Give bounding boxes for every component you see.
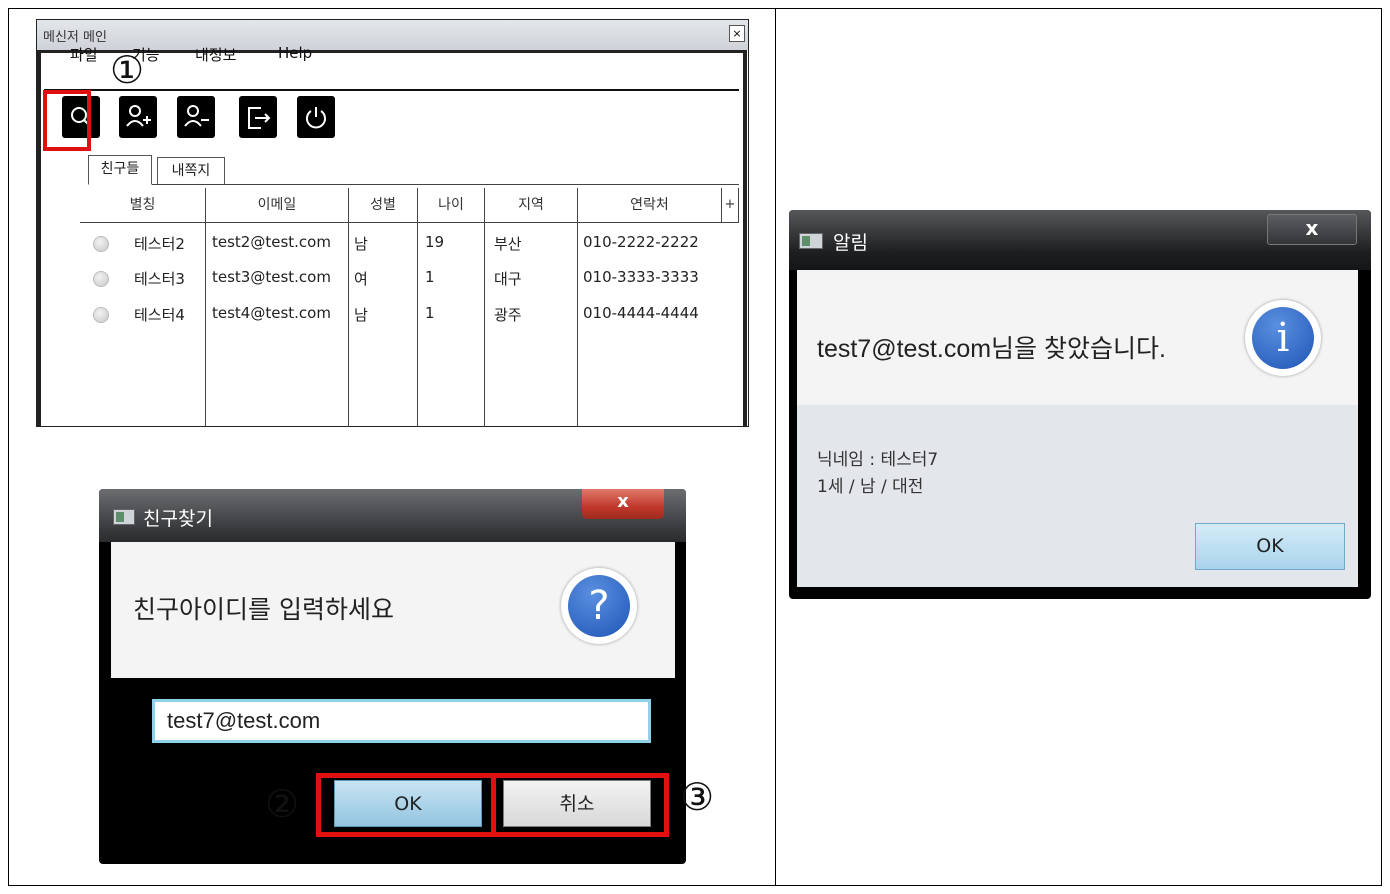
tab-friends[interactable]: 친구들 [88, 155, 152, 185]
cell-gender: 남 [354, 306, 368, 324]
header-underline [80, 222, 739, 223]
find-dialog-title: 친구찾기 [143, 508, 213, 530]
step-1-highlight [43, 90, 91, 151]
step-3-highlight [491, 773, 669, 837]
column-add-button[interactable]: + [722, 188, 739, 222]
alert-ok-button[interactable]: OK [1195, 523, 1345, 570]
alert-titlebar: 알림 x [789, 210, 1371, 270]
main-frame-left [37, 50, 41, 426]
column-header-region[interactable]: 지역 [485, 188, 578, 222]
cell-gender: 남 [354, 235, 368, 253]
column-header-email[interactable]: 이메일 [206, 188, 349, 222]
column-divider [775, 8, 776, 886]
alert-dialog: 알림 x test7@test.com님을 찾았습니다. i 닉네임 : 테스터… [789, 210, 1371, 599]
find-dialog-close-button[interactable]: x [582, 489, 664, 519]
cell-phone: 010-4444-4444 [583, 304, 699, 322]
power-off-button[interactable] [297, 96, 335, 138]
cell-phone: 010-3333-3333 [583, 268, 699, 286]
cell-nickname: 테스터4 [134, 306, 185, 324]
tab-underline [152, 184, 739, 185]
menu-separator [44, 89, 739, 91]
info-icon: i [1245, 300, 1321, 376]
window-icon [799, 233, 823, 249]
table-row[interactable]: 테스터2 test2@test.com 남 19 부산 010-2222-222… [80, 230, 739, 258]
add-friend-button[interactable] [119, 96, 157, 138]
step-1-marker: ① [110, 48, 145, 92]
table-row[interactable]: 테스터4 test4@test.com 남 1 광주 010-4444-4444 [80, 301, 739, 329]
cell-email: test2@test.com [212, 233, 331, 251]
cell-email: test4@test.com [212, 304, 331, 322]
alert-message: test7@test.com님을 찾았습니다. [817, 335, 1166, 363]
add-user-icon [126, 105, 151, 127]
main-window-title: 메신저 메인 [43, 30, 107, 45]
remove-friend-button[interactable] [177, 96, 215, 138]
alert-close-button[interactable]: x [1267, 214, 1357, 245]
alert-detail-nickname: 닉네임 : 테스터7 [817, 450, 939, 470]
friend-id-input[interactable]: test7@test.com [152, 699, 651, 743]
column-header-phone[interactable]: 연락처 [578, 188, 722, 222]
cell-phone: 010-2222-2222 [583, 233, 699, 251]
status-indicator [93, 307, 109, 323]
cell-gender: 여 [354, 270, 368, 288]
status-indicator [93, 236, 109, 252]
cell-nickname: 테스터2 [134, 235, 185, 253]
step-2-highlight [316, 773, 496, 837]
cell-age: 1 [425, 304, 435, 322]
alert-title: 알림 [833, 232, 868, 254]
alert-details: 닉네임 : 테스터7 1세 / 남 / 대전 [817, 447, 938, 501]
menu-file[interactable]: 파일 [70, 44, 98, 65]
power-icon [306, 107, 326, 129]
question-icon: ? [561, 568, 637, 644]
main-frame-right [743, 50, 747, 426]
main-close-button[interactable]: × [729, 25, 745, 42]
status-indicator [93, 271, 109, 287]
cell-age: 1 [425, 268, 435, 286]
menu-my-info[interactable]: 내정보 [195, 44, 236, 65]
find-dialog-titlebar: 친구찾기 x [99, 489, 686, 542]
alert-detail-info: 1세 / 남 / 대전 [817, 477, 924, 497]
window-icon [113, 509, 135, 525]
logout-button[interactable] [239, 96, 277, 138]
column-header-gender[interactable]: 성별 [349, 188, 418, 222]
column-header-age[interactable]: 나이 [418, 188, 485, 222]
remove-user-icon [184, 105, 209, 127]
logout-icon [248, 107, 271, 129]
step-3-marker: ③ [680, 775, 715, 819]
cell-region: 광주 [494, 306, 522, 324]
tab-messages[interactable]: 내쪽지 [157, 157, 225, 184]
menu-help[interactable]: Help [278, 44, 312, 62]
find-dialog-header: 친구아이디를 입력하세요 ? [111, 542, 675, 678]
find-dialog-message: 친구아이디를 입력하세요 [133, 595, 394, 624]
step-2-marker: ② [265, 782, 300, 826]
alert-body: 닉네임 : 테스터7 1세 / 남 / 대전 OK [797, 405, 1358, 587]
column-header-nickname[interactable]: 별칭 [80, 188, 206, 222]
cell-region: 부산 [494, 235, 522, 253]
table-row[interactable]: 테스터3 test3@test.com 여 1 대구 010-3333-3333 [80, 265, 739, 293]
cell-age: 19 [425, 233, 445, 251]
cell-email: test3@test.com [212, 268, 331, 286]
cell-nickname: 테스터3 [134, 270, 185, 288]
cell-region: 대구 [494, 270, 522, 288]
